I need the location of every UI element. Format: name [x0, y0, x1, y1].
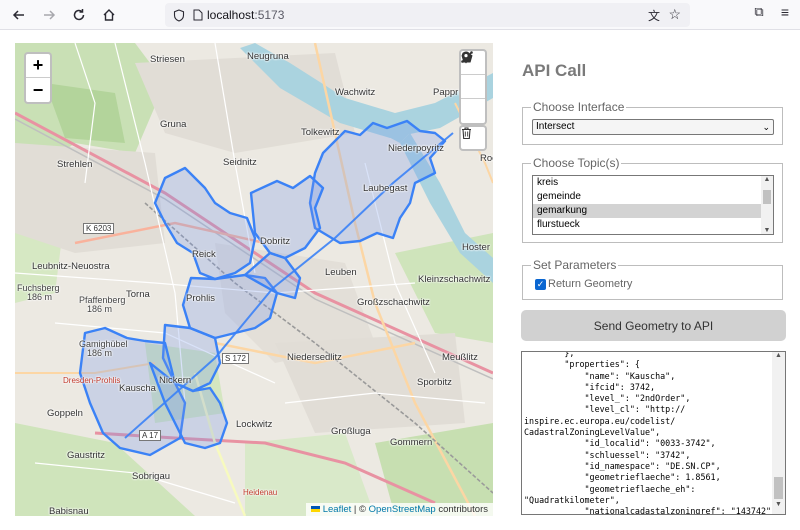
- shield-icon[interactable]: [173, 8, 185, 22]
- extensions-icon[interactable]: ⧉: [750, 4, 768, 20]
- map-label: Meußlitz: [442, 352, 478, 363]
- params-legend: Set Parameters: [533, 258, 617, 272]
- map-label: Neugruna: [247, 51, 289, 62]
- map-label: Goppeln: [47, 408, 83, 419]
- attribution-tail: contributors: [435, 504, 488, 515]
- topic-option[interactable]: kreis: [533, 176, 773, 190]
- topic-option[interactable]: gemeinde: [533, 190, 773, 204]
- map-label: Großluga: [331, 426, 371, 437]
- interface-select-value: Intersect: [536, 121, 575, 132]
- url-host: localhost: [207, 8, 255, 22]
- attribution-separator: | ©: [351, 504, 369, 515]
- map-label: 186 m: [27, 292, 53, 302]
- draw-marker-icon[interactable]: [461, 51, 485, 123]
- output-scrollbar[interactable]: ▲ ▼: [772, 352, 785, 514]
- translate-icon[interactable]: 文: [648, 7, 660, 24]
- map-label: Gaustritz: [67, 450, 106, 461]
- scroll-up-icon[interactable]: ▲: [772, 352, 785, 359]
- road-shield: S 172: [222, 353, 249, 364]
- map-label: Striesen: [150, 54, 185, 65]
- home-icon[interactable]: [98, 4, 120, 26]
- map-label: Reick: [192, 249, 216, 260]
- map-label: Tolkewitz: [301, 127, 340, 138]
- map-label: Gruna: [160, 119, 187, 130]
- map-attribution: Leaflet | © OpenStreetMap contributors: [306, 503, 493, 516]
- map-label: Niederpoyritz: [388, 143, 444, 154]
- map-label: Laubegast: [363, 183, 408, 194]
- send-geometry-button[interactable]: Send Geometry to API: [521, 310, 786, 341]
- topics-scrollbar[interactable]: ▲ ▼: [761, 176, 773, 234]
- map-label: Nickern: [159, 375, 192, 386]
- scroll-down-icon[interactable]: ▼: [772, 501, 785, 508]
- draw-polygon-icon[interactable]: [461, 51, 485, 99]
- map-label: Lockwitz: [236, 419, 273, 430]
- topic-option-selected[interactable]: gemarkung: [533, 204, 773, 218]
- chevron-down-icon: ⌄: [762, 122, 770, 132]
- draw-toolbar: [459, 49, 487, 125]
- map-label: Heidenau: [243, 488, 278, 497]
- reload-icon[interactable]: [68, 4, 90, 26]
- map-label: Dresden-Prohlis: [63, 376, 121, 385]
- toolbar-right: ⧉ ≡: [750, 4, 794, 20]
- road-shield: K 6203: [83, 223, 115, 234]
- leaflet-link[interactable]: Leaflet: [323, 504, 352, 515]
- map-label: Sporbitz: [417, 377, 452, 388]
- map-label: Seidnitz: [223, 157, 257, 168]
- map-label: Niedersedlitz: [287, 352, 342, 363]
- map-label: 186 m: [87, 348, 113, 358]
- map-view[interactable]: Striesen Neugruna Wachwitz Pappritz Grun…: [15, 43, 493, 516]
- map-label: Gommern: [390, 437, 433, 448]
- zoom-out-button[interactable]: −: [26, 78, 50, 102]
- interface-select[interactable]: Intersect ⌄: [532, 119, 774, 135]
- scroll-thumb[interactable]: [763, 190, 771, 204]
- scroll-up-icon[interactable]: ▲: [761, 176, 773, 183]
- map-label: Roc: [480, 153, 493, 164]
- page-title: API Call: [522, 61, 587, 80]
- map-label: Leubnitz-Neuostra: [32, 261, 110, 272]
- delete-trash-icon[interactable]: [459, 125, 487, 151]
- topic-option[interactable]: flurstueck: [533, 218, 773, 232]
- return-geometry-label[interactable]: Return Geometry: [548, 278, 632, 290]
- url-bar[interactable]: localhost:5173 文 ☆: [165, 3, 690, 27]
- url-text[interactable]: localhost:5173: [207, 8, 284, 22]
- map-label: Prohlis: [186, 293, 216, 304]
- browser-toolbar: localhost:5173 文 ☆ ⧉ ≡: [0, 0, 800, 30]
- map-label: 186 m: [87, 304, 113, 314]
- map-label: Dobritz: [260, 236, 291, 247]
- flag-icon: [311, 506, 321, 513]
- osm-link[interactable]: OpenStreetMap: [369, 504, 436, 515]
- bookmark-star-icon[interactable]: ☆: [668, 6, 681, 23]
- url-port: :5173: [254, 8, 285, 22]
- map-label: Großzschachwitz: [357, 297, 430, 308]
- scroll-thumb[interactable]: [774, 477, 783, 499]
- forward-icon[interactable]: [38, 4, 60, 26]
- road-shield: A 17: [139, 430, 162, 441]
- map-label: Hoster: [462, 242, 490, 253]
- zoom-control: + −: [24, 52, 52, 104]
- map-label: Sobrigau: [132, 471, 171, 482]
- map-label: Kauscha: [119, 383, 156, 394]
- map-label: Leuben: [325, 267, 357, 278]
- zoom-in-button[interactable]: +: [26, 54, 50, 78]
- map-label: Strehlen: [57, 159, 93, 170]
- scroll-down-icon[interactable]: ▼: [761, 227, 773, 234]
- back-icon[interactable]: [8, 4, 30, 26]
- map-label: Babisnau: [49, 506, 89, 516]
- topics-listbox[interactable]: kreis gemeinde gemarkung flurstueck ▲ ▼: [532, 175, 774, 235]
- map-label: Wachwitz: [335, 87, 376, 98]
- api-response-output[interactable]: }, "properties": { "name": "Kauscha", "i…: [521, 351, 786, 515]
- menu-icon[interactable]: ≡: [776, 4, 794, 20]
- map-label: Kleinzschachwitz: [418, 274, 491, 285]
- page-icon: [193, 9, 203, 21]
- map-label: Torna: [126, 289, 150, 300]
- interface-legend: Choose Interface: [533, 100, 625, 114]
- return-geometry-checkbox[interactable]: ✓: [535, 279, 546, 290]
- topics-legend: Choose Topic(s): [533, 156, 620, 170]
- api-response-text: }, "properties": { "name": "Kauscha", "i…: [524, 351, 777, 515]
